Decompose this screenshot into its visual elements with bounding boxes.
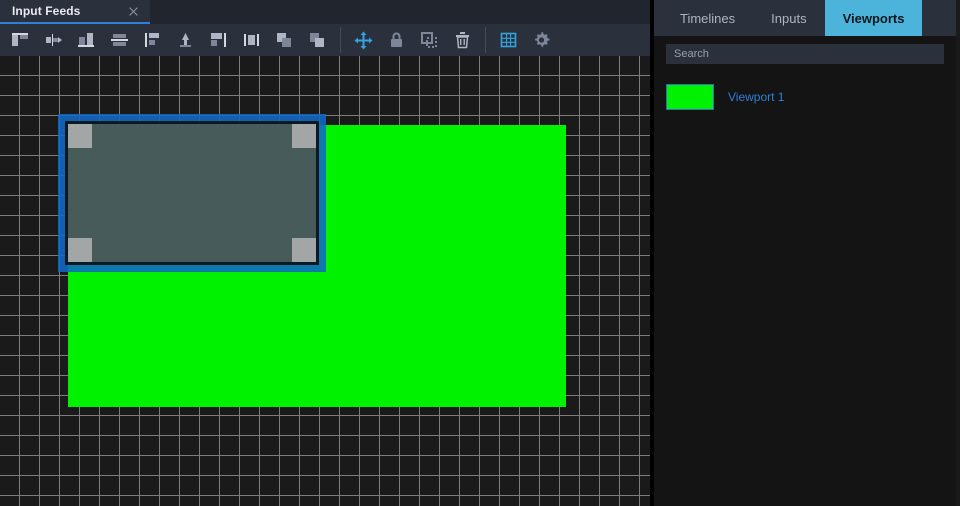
align-left-icon[interactable] (4, 25, 37, 55)
bring-forward-icon[interactable] (268, 25, 301, 55)
align-bottom-icon[interactable] (70, 25, 103, 55)
editor-area: Input Feeds (0, 0, 654, 506)
align-center-icon[interactable] (169, 25, 202, 55)
panel-body: Search Viewport 1 (654, 36, 956, 506)
tab-timelines[interactable]: Timelines (662, 0, 753, 36)
tab-viewports-label: Viewports (842, 10, 905, 26)
selection-frame[interactable] (58, 114, 326, 272)
distribute-horizontal-icon[interactable] (37, 25, 70, 55)
tab-viewports[interactable]: Viewports (824, 0, 923, 36)
document-tab-input-feeds[interactable]: Input Feeds (0, 0, 150, 24)
grid-icon[interactable] (492, 25, 525, 55)
resize-handle-top-left[interactable] (68, 124, 92, 148)
duplicate-icon[interactable] (413, 25, 446, 55)
lock-icon[interactable] (380, 25, 413, 55)
design-canvas[interactable] (0, 56, 650, 506)
search-placeholder: Search (674, 48, 709, 60)
tab-inputs[interactable]: Inputs (753, 0, 824, 36)
align-top-left-icon[interactable] (136, 25, 169, 55)
toolbar-separator-2 (485, 27, 486, 53)
resize-handle-bottom-left[interactable] (68, 238, 92, 262)
center-horizontal-icon[interactable] (235, 25, 268, 55)
trash-icon[interactable] (446, 25, 479, 55)
panel-tab-bar: Timelines Inputs Viewports (654, 0, 956, 36)
document-tab-label: Input Feeds (12, 4, 81, 18)
search-input[interactable]: Search (666, 44, 944, 64)
tab-timelines-label: Timelines (680, 10, 736, 26)
viewport-item-label[interactable]: Viewport 1 (728, 90, 784, 104)
send-backward-icon[interactable] (301, 25, 334, 55)
list-item[interactable]: Viewport 1 (666, 82, 944, 112)
document-tab-strip: Input Feeds (0, 0, 650, 24)
application-window: Input Feeds Timelines Inputs Viewports S… (0, 0, 960, 506)
toolbar-separator (340, 27, 341, 53)
align-middle-icon[interactable] (103, 25, 136, 55)
viewport-color-swatch[interactable] (666, 84, 714, 110)
selection-fill (65, 121, 319, 265)
resize-handle-bottom-right[interactable] (292, 238, 316, 262)
resize-handle-top-right[interactable] (292, 124, 316, 148)
tab-inputs-label: Inputs (771, 10, 807, 26)
editor-toolbar (0, 24, 650, 56)
move-icon[interactable] (347, 25, 380, 55)
right-panel: Timelines Inputs Viewports Search Viewpo… (654, 0, 956, 506)
settings-icon[interactable] (525, 25, 558, 55)
align-top-right-icon[interactable] (202, 25, 235, 55)
close-icon[interactable] (127, 5, 140, 18)
